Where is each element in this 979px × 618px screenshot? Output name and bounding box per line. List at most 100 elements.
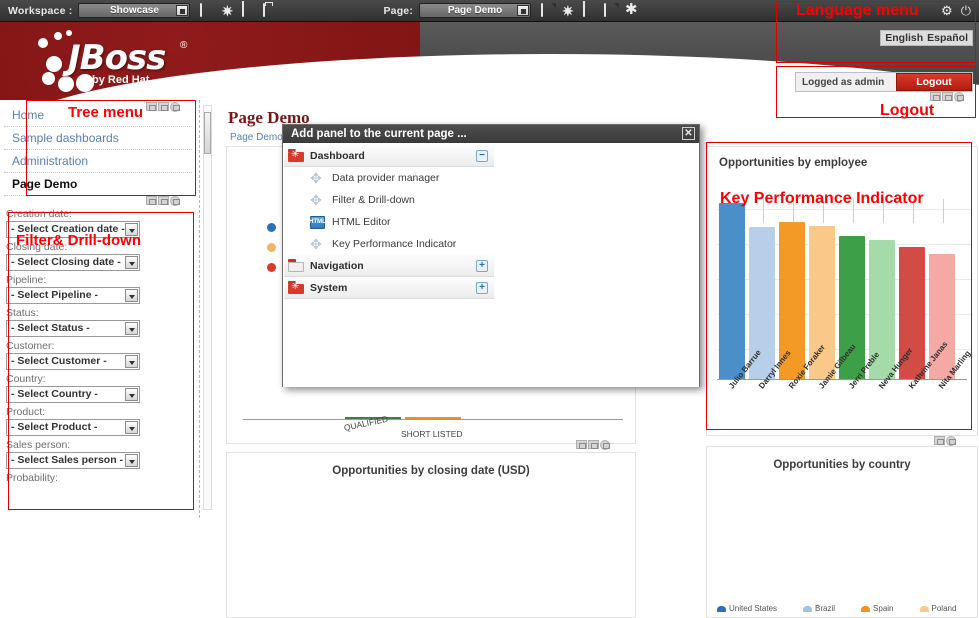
box-icon[interactable] <box>263 2 277 18</box>
panel-minimize-icon[interactable] <box>934 436 945 445</box>
closing-date-panel-title: Opportunities by closing date (USD) <box>332 465 530 477</box>
left-column: Home Sample dashboards Administration Pa… <box>0 100 196 608</box>
filter-select-closing-date[interactable]: - Select Closing date - <box>6 254 140 271</box>
catalog-item-label: HTML Editor <box>332 216 391 228</box>
language-menu[interactable]: English Español <box>880 30 973 46</box>
close-icon[interactable]: ✕ <box>682 127 695 140</box>
left-column-scrollbar[interactable] <box>203 105 212 510</box>
pipeline-category-label: SHORT LISTED <box>401 429 463 439</box>
bar-julio-barrue <box>719 203 745 379</box>
bottom-right-panel-controls[interactable] <box>934 436 956 446</box>
filter-row-country: Country: - Select Country - <box>6 373 186 403</box>
gear-icon[interactable]: ⚙ <box>941 4 953 17</box>
legend-item-united-states: United States <box>717 604 777 613</box>
page-select-value: Page Demo <box>447 5 503 16</box>
tools-icon[interactable]: ✷ <box>562 4 576 18</box>
filter-row-probability: Probability: <box>6 472 186 484</box>
filter-select-sales-person[interactable]: - Select Sales person - <box>6 452 140 469</box>
panel-catalog-tree: Dashboard − ✥ Data provider manager ✥ Fi… <box>284 145 494 299</box>
language-option-english[interactable]: English <box>885 32 923 44</box>
tree-item-label: Sample dashboards <box>12 131 119 145</box>
page-select[interactable]: Page Demo <box>419 3 532 18</box>
puzzle-icon: ✥ <box>310 236 322 252</box>
filter-row-status: Status: - Select Status - <box>6 307 186 337</box>
panel-close-icon[interactable] <box>170 196 180 206</box>
tree-item-label: Home <box>12 108 45 122</box>
filter-panel-controls[interactable] <box>146 196 180 206</box>
filter-select-pipeline[interactable]: - Select Pipeline - <box>6 287 140 304</box>
legend-swatch-icon <box>803 605 813 612</box>
copy-page-icon[interactable] <box>604 2 618 18</box>
panel-maximize-icon[interactable] <box>588 440 599 449</box>
power-icon[interactable]: ⏻ <box>961 4 971 17</box>
filter-label: Sales person: <box>6 439 71 451</box>
chevron-down-icon <box>125 421 138 434</box>
legend-dot-blue <box>267 223 276 232</box>
workspace-select[interactable]: Showcase <box>78 3 191 18</box>
catalog-item-label: Filter & Drill-down <box>332 194 415 206</box>
annotation-logout: Logout <box>880 102 935 119</box>
tools-icon[interactable]: ✷ <box>221 4 235 18</box>
panel-close-icon[interactable] <box>600 440 610 450</box>
filter-select-status[interactable]: - Select Status - <box>6 320 140 337</box>
page-icon[interactable] <box>200 2 214 18</box>
scrollbar-thumb[interactable] <box>204 112 211 154</box>
annotation-filter-drilldown: Filter& Drill-down <box>16 232 141 249</box>
bottom-left-panel-controls[interactable] <box>576 440 610 450</box>
sidebar-item-sample-dashboards[interactable]: Sample dashboards <box>4 127 192 150</box>
collapse-toggle-icon[interactable]: − <box>476 150 488 162</box>
filter-row-product: Product: - Select Product - <box>6 406 186 436</box>
panel-maximize-icon[interactable] <box>158 102 169 111</box>
filter-row-sales-person: Sales person: - Select Sales person - <box>6 439 186 469</box>
legend-item-brazil: Brazil <box>803 604 835 613</box>
legend-item-spain: Spain <box>861 604 894 613</box>
expand-toggle-icon[interactable]: + <box>476 282 488 294</box>
catalog-item-data-provider-manager[interactable]: ✥ Data provider manager <box>284 167 494 189</box>
filter-select-customer[interactable]: - Select Customer - <box>6 353 140 370</box>
trash-icon[interactable] <box>242 0 256 18</box>
panel-close-icon[interactable] <box>954 92 964 102</box>
kpi-panel-controls[interactable] <box>930 92 964 102</box>
panel-close-icon[interactable] <box>170 102 180 112</box>
dialog-title-bar[interactable]: Add panel to the current page ... ✕ <box>283 125 699 143</box>
panel-minimize-icon[interactable] <box>576 440 587 449</box>
catalog-item-html-editor[interactable]: HTML HTML Editor <box>284 211 494 233</box>
panel-minimize-icon[interactable] <box>930 92 941 101</box>
panel-maximize-icon[interactable] <box>942 92 953 101</box>
star-icon[interactable]: ✱ <box>625 2 639 18</box>
panel-close-icon[interactable] <box>946 436 956 446</box>
chevron-down-icon <box>176 5 189 16</box>
filter-select-value: - Select Pipeline - <box>11 289 98 301</box>
logout-button[interactable]: Logout <box>896 73 972 91</box>
chevron-down-icon <box>125 454 138 467</box>
catalog-item-key-performance-indicator[interactable]: ✥ Key Performance Indicator <box>284 233 494 255</box>
workspace-select-value: Showcase <box>109 5 159 16</box>
catalog-item-filter-drilldown[interactable]: ✥ Filter & Drill-down <box>284 189 494 211</box>
legend-item-poland: Poland <box>919 604 957 613</box>
logo-byline: by Red Hat <box>92 74 150 86</box>
expand-toggle-icon[interactable]: + <box>476 260 488 272</box>
filter-select-value: - Select Product - <box>11 421 98 433</box>
tree-panel-controls[interactable] <box>146 102 180 112</box>
catalog-group-label: Navigation <box>310 259 364 272</box>
catalog-group-navigation[interactable]: Navigation + <box>284 255 494 277</box>
chevron-down-icon <box>125 322 138 335</box>
puzzle-icon: ✥ <box>310 170 322 186</box>
sidebar-item-administration[interactable]: Administration <box>4 150 192 173</box>
panel-maximize-icon[interactable] <box>158 196 169 205</box>
filter-select-product[interactable]: - Select Product - <box>6 419 140 436</box>
panel-minimize-icon[interactable] <box>146 102 157 111</box>
panel-minimize-icon[interactable] <box>146 196 157 205</box>
new-page-icon[interactable] <box>541 2 555 18</box>
filter-select-country[interactable]: - Select Country - <box>6 386 140 403</box>
sidebar-item-page-demo[interactable]: Page Demo <box>4 173 192 196</box>
legend-label: Poland <box>931 604 957 613</box>
language-option-spanish[interactable]: Español <box>927 32 968 44</box>
trash-icon[interactable] <box>583 0 597 18</box>
catalog-group-dashboard[interactable]: Dashboard − <box>284 145 494 167</box>
catalog-group-system[interactable]: System + <box>284 277 494 299</box>
filter-label: Customer: <box>6 340 55 352</box>
legend-dot-red <box>267 263 276 272</box>
workspace-group: Workspace : Showcase ✷ <box>0 0 277 22</box>
breadcrumb: Page Demo <box>230 132 283 143</box>
